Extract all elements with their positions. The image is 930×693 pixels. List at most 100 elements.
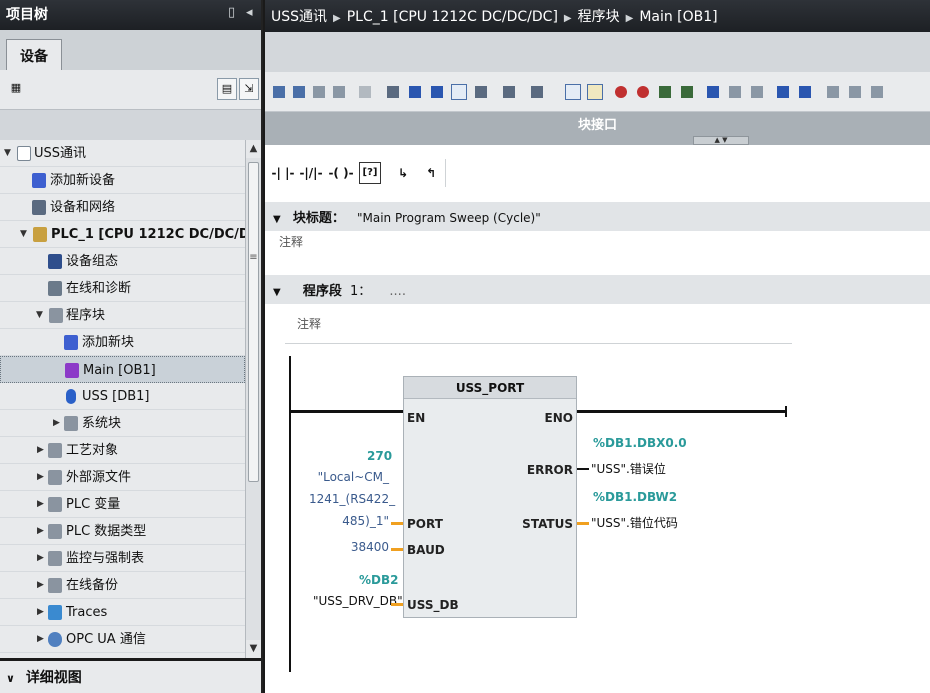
tree-item-plc[interactable]: ▼ PLC_1 [CPU 1212C DC/DC/DC]: [0, 221, 245, 248]
uss-db-symbol[interactable]: "USS_DRV_DB": [313, 594, 403, 608]
expand-networks-icon[interactable]: [407, 82, 423, 102]
monitor-on-icon[interactable]: [847, 82, 863, 102]
collapsed-arrow-icon[interactable]: ▶: [53, 410, 60, 437]
tree-item-watch-force[interactable]: ▶ 监控与强制表: [0, 545, 245, 572]
collapsed-arrow-icon[interactable]: ▶: [37, 572, 44, 599]
pin-icon[interactable]: ▯: [228, 5, 235, 20]
no-contact-icon[interactable]: -| |-: [269, 159, 297, 187]
tag-info-icon[interactable]: [529, 82, 545, 102]
collapsed-arrow-icon[interactable]: ▶: [37, 518, 44, 545]
tree-scrollbar[interactable]: ▲ ≡ ▼: [245, 140, 261, 658]
open-branch-icon[interactable]: ↳: [389, 159, 417, 187]
insert-network-icon[interactable]: [271, 82, 287, 102]
collapsed-arrow-icon[interactable]: ▶: [37, 437, 44, 464]
scrollbar-thumb[interactable]: [248, 162, 259, 482]
breadcrumb-item[interactable]: PLC_1 [CPU 1212C DC/DC/DC]: [347, 9, 558, 25]
tree-item-program-blocks[interactable]: ▼ 程序块: [0, 302, 245, 329]
network-title[interactable]: ....: [389, 284, 406, 299]
port-symbol-line1[interactable]: "Local~CM_: [309, 470, 389, 484]
network-header[interactable]: ▼ 程序段 1： ....: [265, 275, 930, 304]
expanded-arrow-icon[interactable]: ▼: [20, 221, 27, 248]
tree-item-online-backup[interactable]: ▶ 在线备份: [0, 572, 245, 599]
breadcrumb-item[interactable]: 程序块: [578, 9, 620, 25]
block-interface-bar[interactable]: 块接口 ▲ ▼: [265, 112, 930, 145]
tree-item-project[interactable]: ▼ USS通讯: [0, 140, 245, 167]
tree-item-add-block[interactable]: 添加新块: [0, 329, 245, 356]
detail-view-bar[interactable]: ∨ 详细视图: [0, 658, 261, 693]
breadcrumb-item[interactable]: Main [OB1]: [639, 9, 717, 25]
status-address[interactable]: %DB1.DBW2: [593, 490, 677, 504]
device-overview-icon[interactable]: ▦: [6, 78, 26, 100]
go-offline-icon[interactable]: [635, 82, 651, 102]
port-symbol-line3[interactable]: 485)_1": [309, 514, 389, 528]
collapse-networks-icon[interactable]: [429, 82, 445, 102]
tree-item-plc-data-types[interactable]: ▶ PLC 数据类型: [0, 518, 245, 545]
tree-item-add-device[interactable]: 添加新设备: [0, 167, 245, 194]
upload-icon[interactable]: [679, 82, 695, 102]
close-branch-icon[interactable]: ↰: [417, 159, 445, 187]
tree-item-plc-tags[interactable]: ▶ PLC 变量: [0, 491, 245, 518]
uss-port-function-block[interactable]: USS_PORT EN PORT BAUD USS_DB ENO ERROR S…: [403, 376, 577, 618]
uss-db-address[interactable]: %DB2: [359, 573, 398, 587]
block-view-icon[interactable]: [565, 82, 581, 102]
goto-icon[interactable]: [705, 82, 721, 102]
list-view-icon[interactable]: ▤: [217, 78, 237, 100]
collapse-arrow-icon[interactable]: ▼: [273, 214, 281, 225]
collapse-left-icon[interactable]: ◂: [246, 5, 253, 20]
scroll-down-icon[interactable]: ▼: [246, 640, 261, 658]
detail-view-toggle-icon[interactable]: ⇲: [239, 78, 259, 100]
operand-display-icon[interactable]: [501, 82, 517, 102]
branch-icon[interactable]: [357, 82, 373, 102]
delete-network-icon[interactable]: [291, 82, 307, 102]
baud-value[interactable]: 38400: [319, 540, 389, 554]
collapsed-arrow-icon[interactable]: ▶: [37, 491, 44, 518]
error-address[interactable]: %DB1.DBX0.0: [593, 436, 687, 450]
absolute-operands-icon[interactable]: [385, 82, 401, 102]
empty-box-icon[interactable]: [?]: [359, 162, 381, 184]
collapsed-arrow-icon[interactable]: ▶: [37, 626, 44, 653]
tree-item-tech-objects[interactable]: ▶ 工艺对象: [0, 437, 245, 464]
expanded-arrow-icon[interactable]: ▼: [36, 302, 43, 329]
tree-item-system-blocks[interactable]: ▶ 系统块: [0, 410, 245, 437]
goto-prev-icon[interactable]: [749, 82, 765, 102]
tree-item-traces[interactable]: ▶ Traces: [0, 599, 245, 626]
add-row-icon[interactable]: [331, 82, 347, 102]
error-symbol[interactable]: "USS".错误位: [591, 460, 666, 477]
return-icon[interactable]: [797, 82, 813, 102]
tree-item-main-ob1[interactable]: Main [OB1]: [0, 356, 245, 383]
call-env-icon[interactable]: [775, 82, 791, 102]
network-comment[interactable]: 注释: [285, 312, 792, 344]
nc-contact-icon[interactable]: -|/|-: [297, 159, 325, 187]
collapsed-arrow-icon[interactable]: ▶: [37, 599, 44, 626]
goto-next-icon[interactable]: [727, 82, 743, 102]
tree-item-external-sources[interactable]: ▶ 外部源文件: [0, 464, 245, 491]
tree-item-online-diag[interactable]: 在线和诊断: [0, 275, 245, 302]
block-comment[interactable]: 注释: [279, 233, 303, 250]
tab-device[interactable]: 设备: [6, 39, 62, 70]
comments-icon[interactable]: [451, 82, 467, 102]
tree-item-uss-db1[interactable]: USS [DB1]: [0, 383, 245, 410]
coil-icon[interactable]: -( )-: [327, 159, 355, 187]
status-symbol[interactable]: "USS".错位代码: [591, 514, 678, 531]
collapsed-arrow-icon[interactable]: ▶: [37, 545, 44, 572]
collapse-arrow-icon[interactable]: ▼: [273, 287, 281, 298]
insert-row-icon[interactable]: [311, 82, 327, 102]
edit-icon[interactable]: [587, 82, 603, 102]
download-icon[interactable]: [657, 82, 673, 102]
scroll-up-icon[interactable]: ▲: [246, 140, 261, 158]
favorites-icon[interactable]: [473, 82, 489, 102]
tree-item-opc-ua[interactable]: ▶ OPC UA 通信: [0, 626, 245, 653]
go-online-icon[interactable]: [613, 82, 629, 102]
port-constant[interactable]: 270: [367, 449, 392, 463]
expanded-arrow-icon[interactable]: ▼: [4, 140, 11, 167]
chevron-down-icon[interactable]: ∨: [6, 672, 15, 685]
splitter-grip-icon[interactable]: ▲ ▼: [693, 136, 749, 145]
tree-item-devices-networks[interactable]: 设备和网络: [0, 194, 245, 221]
breadcrumb-item[interactable]: USS通讯: [271, 9, 327, 25]
block-title-row[interactable]: ▼ 块标题： "Main Program Sweep (Cycle)": [265, 202, 930, 231]
block-title-value[interactable]: "Main Program Sweep (Cycle)": [357, 211, 541, 225]
port-symbol-line2[interactable]: 1241_(RS422_: [309, 492, 395, 506]
collapsed-arrow-icon[interactable]: ▶: [37, 464, 44, 491]
lock-icon[interactable]: [869, 82, 885, 102]
tree-item-device-config[interactable]: 设备组态: [0, 248, 245, 275]
